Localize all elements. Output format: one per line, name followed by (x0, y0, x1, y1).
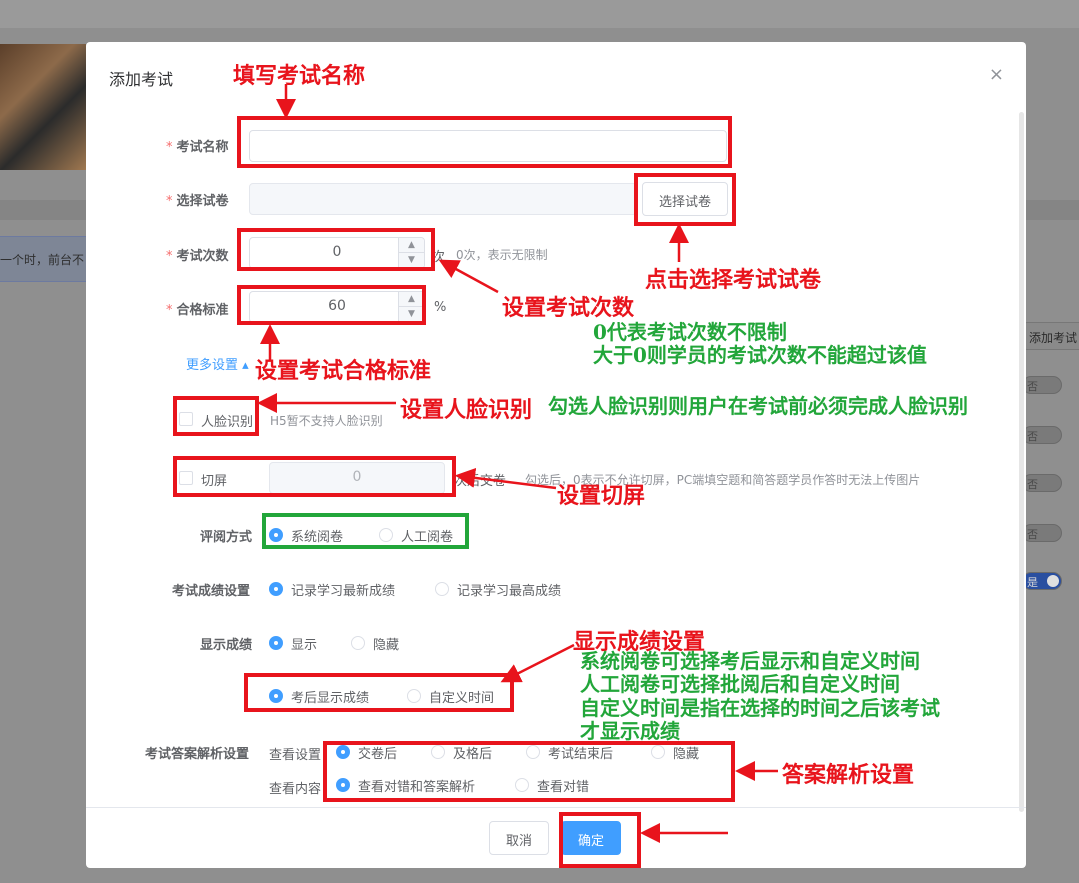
annotation-set-switch: 设置切屏 (557, 483, 646, 509)
more-settings-link[interactable]: 更多设置 ▴ (186, 354, 249, 373)
annotation-score-note-3: 自定义时间是指在选择的时间之后该考试 (580, 696, 940, 720)
annotation-face-note: 勾选人脸识别则用户在考试前必须完成人脸识别 (548, 394, 968, 418)
grading-label: 评阅方式 (200, 530, 253, 545)
radio-hide[interactable]: 隐藏 (351, 634, 421, 653)
face-hint: H5暂不支持人脸识别 (270, 414, 383, 428)
annotation-fill-name: 填写考试名称 (233, 63, 366, 89)
annotation-attempts-note-2: 大于0则学员的考试次数不能超过该值 (593, 343, 927, 367)
paper-display-field (249, 183, 637, 215)
score-setting-label: 考试成绩设置 (172, 584, 251, 599)
annotation-set-face: 设置人脸识别 (400, 397, 533, 423)
passing-label: * 合格标准 (166, 303, 229, 318)
background-toggle[interactable]: 是 (1022, 572, 1062, 590)
annotation-click-paper: 点击选择考试试卷 (645, 267, 822, 293)
paper-label: * 选择试卷 (166, 194, 229, 209)
highlight-exam-name (237, 116, 732, 168)
highlight-analysis (323, 741, 735, 802)
exam-name-label: * 考试名称 (166, 140, 229, 155)
annotation-set-passing: 设置考试合格标准 (255, 358, 432, 384)
annotation-attempts-note-1: 0代表考试次数不限制 (593, 320, 787, 344)
dialog-title: 添加考试 (109, 70, 174, 89)
cancel-button[interactable]: 取消 (489, 821, 549, 855)
view-setting-label: 查看设置 (269, 748, 322, 763)
highlight-face (173, 396, 259, 436)
passing-unit: % (434, 300, 447, 315)
switch-screen-unit: 次后交卷 (454, 474, 507, 489)
background-photo (0, 44, 86, 170)
background-toggle[interactable]: 否 (1022, 426, 1062, 444)
highlight-show-timing (244, 673, 514, 712)
attempts-label: * 考试次数 (166, 249, 229, 264)
highlight-confirm (559, 812, 641, 868)
highlight-select-paper (634, 173, 736, 226)
show-score-label: 显示成绩 (200, 638, 253, 653)
scrollbar[interactable] (1019, 112, 1024, 812)
radio-show[interactable]: 显示 (269, 634, 339, 653)
radio-highest-score[interactable]: 记录学习最高成绩 (435, 580, 585, 599)
background-notice: 一个时，前台不 (0, 236, 86, 282)
close-icon[interactable]: × (989, 64, 1004, 85)
highlight-grading (262, 513, 469, 549)
highlight-switch-screen (173, 456, 456, 497)
footer-divider (86, 807, 1026, 808)
radio-latest-score[interactable]: 记录学习最新成绩 (269, 580, 419, 599)
annotation-score-note-2: 人工阅卷可选择批阅后和自定义时间 (580, 672, 900, 696)
highlight-attempts (237, 228, 435, 271)
analysis-label: 考试答案解析设置 (145, 747, 250, 762)
view-content-label: 查看内容 (269, 782, 322, 797)
annotation-set-attempts: 设置考试次数 (502, 295, 635, 321)
annotation-analysis-setting: 答案解析设置 (782, 762, 915, 788)
background-toggle[interactable]: 否 (1022, 474, 1062, 492)
attempts-hint: 0次，表示无限制 (456, 248, 548, 262)
annotation-score-note-1: 系统阅卷可选择考后显示和自定义时间 (580, 649, 920, 673)
annotation-score-note-4: 才显示成绩 (580, 719, 680, 743)
background-toggle[interactable]: 否 (1022, 376, 1062, 394)
background-header (0, 0, 1079, 28)
background-toggle[interactable]: 否 (1022, 524, 1062, 542)
highlight-passing (237, 285, 426, 325)
background-add-exam-button[interactable]: 添加考试 (1024, 322, 1079, 350)
